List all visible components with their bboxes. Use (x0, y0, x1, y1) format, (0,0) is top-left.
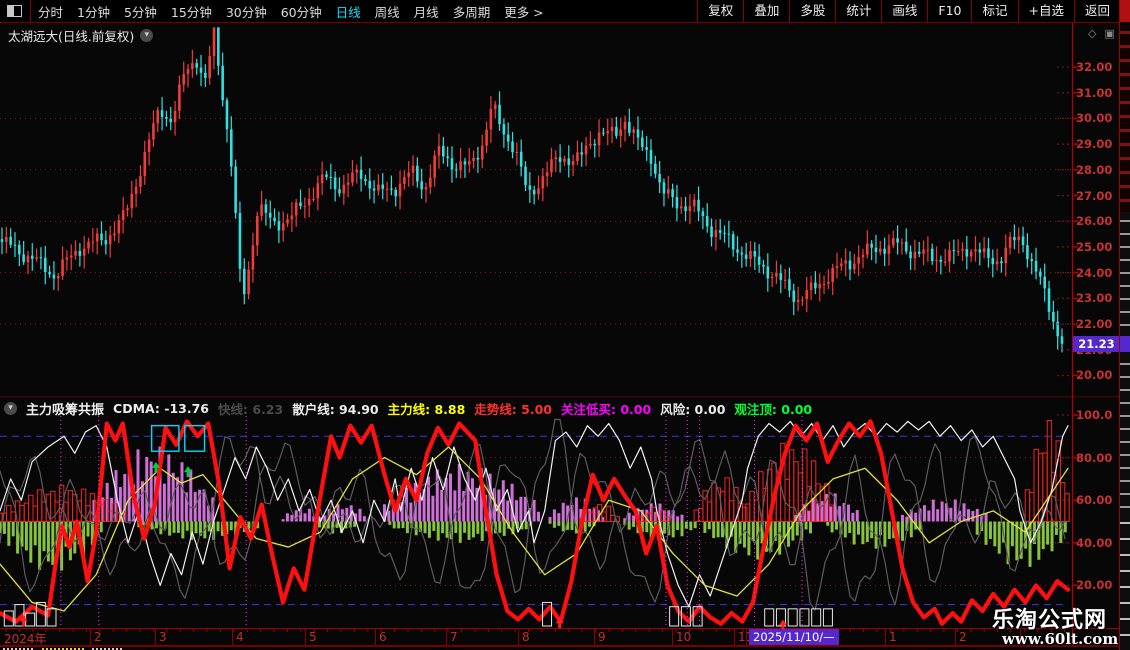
tool-button-叠加[interactable]: 叠加 (743, 0, 789, 22)
tools-menu: 复权叠加多股统计画线F10标记+自选返回 (697, 0, 1120, 22)
tool-button-复权[interactable]: 复权 (697, 0, 743, 22)
diamond-icon[interactable]: ◇ (1088, 27, 1096, 40)
price-tick-label: 32.00 (1076, 60, 1120, 74)
strip-lower-text-clipped (1120, 512, 1130, 650)
period-tab-5分钟[interactable]: 5分钟 (117, 2, 164, 21)
strip-red-text-clipped (1120, 22, 1130, 212)
indicator-field: 散户线: 94.90 (292, 399, 378, 418)
date-separator (518, 629, 519, 645)
date-separator (885, 629, 886, 645)
period-toolbar: 分时1分钟5分钟15分钟30分钟60分钟日线周线月线多周期更多 > 复权叠加多股… (0, 0, 1120, 23)
chevron-down-circle-icon[interactable]: ▾ (140, 29, 153, 42)
date-label: 8 (522, 630, 530, 644)
indicator-field: CDMA: -13.76 (113, 401, 209, 416)
period-tab-60分钟[interactable]: 60分钟 (274, 2, 329, 21)
watermark-site-url: www.60lt.com (1002, 632, 1118, 647)
date-separator (955, 629, 956, 645)
strip-white-text-clipped (1120, 212, 1130, 512)
indicator-field: 主力线: 8.88 (388, 399, 466, 418)
current-date-tag: 2025/11/10/— (749, 629, 839, 645)
clipped-status-strip (0, 646, 1120, 650)
period-tab-1分钟[interactable]: 1分钟 (70, 2, 117, 21)
indicator-name: 主力吸筹共振 (26, 399, 104, 418)
stock-title: 太湖远大(日线.前复权) (8, 26, 134, 45)
indicator-tick-label: 40.00 (1076, 536, 1120, 550)
date-label: 2 (959, 630, 967, 644)
price-tick-label: 27.00 (1076, 189, 1120, 203)
strip-price-tag-sliver (1120, 336, 1130, 352)
period-tab-30分钟[interactable]: 30分钟 (219, 2, 274, 21)
last-price-tag: 21.23 (1073, 336, 1120, 352)
panel-toggle-icon[interactable] (7, 5, 22, 17)
date-label: 5 (309, 630, 317, 644)
date-axis[interactable]: 2025/11/10/— 2024年23456789101112 (0, 629, 1120, 645)
date-label: 4 (236, 630, 244, 644)
indicator-tick-label: 80.00 (1076, 451, 1120, 465)
period-tab-日线[interactable]: 日线 (329, 2, 368, 21)
price-tick-label: 20.00 (1076, 368, 1120, 382)
indicator-field: 观注顶: 0.00 (734, 399, 812, 418)
date-label: 10 (676, 630, 691, 644)
price-tick-label: 23.00 (1076, 291, 1120, 305)
date-separator (232, 629, 233, 645)
price-tick-label: 26.00 (1076, 214, 1120, 228)
date-label: 7 (450, 630, 458, 644)
indicator-tick-label: 60.00 (1076, 493, 1120, 507)
tool-button-F10[interactable]: F10 (927, 0, 971, 22)
date-separator (155, 629, 156, 645)
charts-canvas[interactable] (0, 0, 1130, 650)
indicator-field: 快线: 6.23 (218, 399, 283, 418)
date-separator (594, 629, 595, 645)
price-tick-label: 22.00 (1076, 317, 1120, 331)
strip-red-header (1120, 0, 1130, 22)
date-label: 1 (889, 630, 897, 644)
period-tab-月线[interactable]: 月线 (407, 2, 446, 21)
date-separator (746, 629, 747, 645)
stock-title-row: 太湖远大(日线.前复权) ▾ (8, 26, 153, 45)
date-separator (446, 629, 447, 645)
indicator-tick-label: 100.0 (1076, 408, 1120, 422)
date-label: 2024年 (4, 630, 47, 647)
price-tick-label: 30.00 (1076, 111, 1120, 125)
chevron-down-circle-icon[interactable]: ▾ (4, 402, 17, 415)
indicator-field: 风险: 0.00 (660, 399, 725, 418)
indicator-field: 走势线: 5.00 (474, 399, 552, 418)
date-separator (672, 629, 673, 645)
right-side-vertical-tab-strip[interactable] (1119, 0, 1130, 650)
period-tab-周线[interactable]: 周线 (368, 2, 407, 21)
date-separator (90, 629, 91, 645)
date-separator (305, 629, 306, 645)
date-separator (375, 629, 376, 645)
price-tick-label: 28.00 (1076, 163, 1120, 177)
tool-button-统计[interactable]: 统计 (835, 0, 881, 22)
date-label: 2 (94, 630, 102, 644)
tool-button-多股[interactable]: 多股 (789, 0, 835, 22)
candles (2, 27, 1062, 352)
indicator-tick-label: 20.00 (1076, 578, 1120, 592)
date-separator (734, 629, 735, 645)
period-tab-分时[interactable]: 分时 (31, 2, 70, 21)
watermark-site-name: 乐淘公式网 (992, 609, 1118, 632)
price-tick-label: 24.00 (1076, 266, 1120, 280)
chart-corner-icons: ◇▣ (1088, 27, 1115, 40)
price-tick-label: 31.00 (1076, 86, 1120, 100)
indicator-header: ▾ 主力吸筹共振 CDMA: -13.76 快线: 6.23 散户线: 94.90 主… (4, 399, 812, 418)
price-tick-label: 25.00 (1076, 240, 1120, 254)
date-label: 3 (159, 630, 167, 644)
date-label: 6 (379, 630, 387, 644)
indicator-field: 关注低买: 0.00 (561, 399, 651, 418)
period-tab-更多 >[interactable]: 更多 > (497, 2, 550, 21)
trading-terminal-window: 分时1分钟5分钟15分钟30分钟60分钟日线周线月线多周期更多 > 复权叠加多股… (0, 0, 1130, 650)
period-tab-15分钟[interactable]: 15分钟 (164, 2, 219, 21)
window-icon[interactable]: ▣ (1104, 27, 1114, 40)
date-label: 9 (598, 630, 606, 644)
period-tabs: 分时1分钟5分钟15分钟30分钟60分钟日线周线月线多周期更多 > (31, 2, 551, 21)
price-tick-label: 29.00 (1076, 137, 1120, 151)
watermark: 乐淘公式网 www.60lt.com (992, 609, 1118, 647)
tool-button-画线[interactable]: 画线 (881, 0, 927, 22)
period-tab-多周期[interactable]: 多周期 (446, 2, 498, 21)
tool-button-+自选[interactable]: +自选 (1018, 0, 1074, 22)
tool-button-返回[interactable]: 返回 (1074, 0, 1120, 22)
tool-button-标记[interactable]: 标记 (971, 0, 1017, 22)
